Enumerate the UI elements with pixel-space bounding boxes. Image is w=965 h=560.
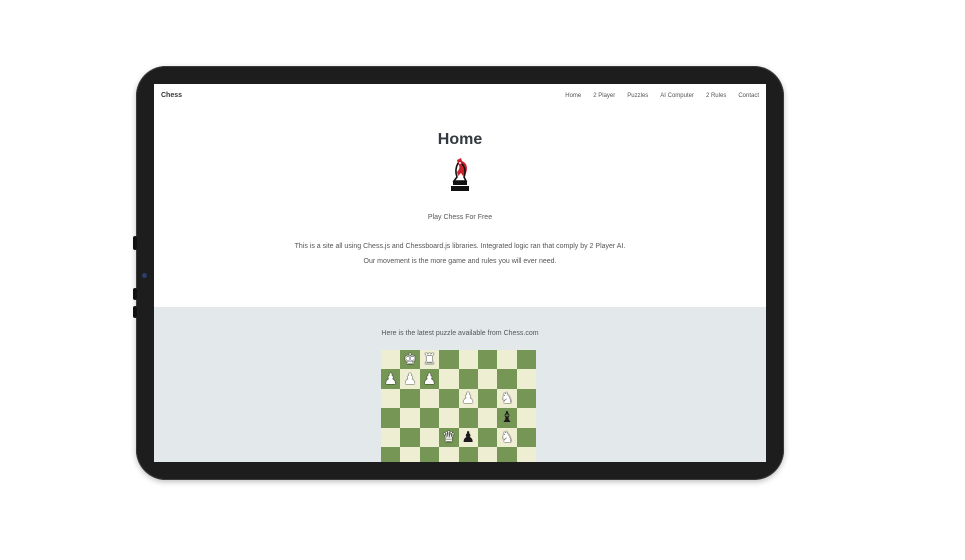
tablet-side-button [133, 306, 137, 318]
page-title: Home [437, 131, 483, 148]
nav-link-contact[interactable]: Contact [738, 93, 759, 99]
board-square[interactable] [497, 350, 517, 370]
board-square[interactable] [381, 446, 401, 462]
white-pawn-icon[interactable]: ♟ [423, 371, 436, 387]
board-square[interactable] [458, 446, 478, 462]
navbar: Chess Home 2 Player Puzzles AI Computer … [154, 84, 766, 107]
board-square[interactable] [458, 369, 478, 389]
puzzle-section: Here is the latest puzzle available from… [154, 307, 766, 462]
white-king-icon[interactable]: ♚ [403, 352, 416, 367]
board-square[interactable] [381, 427, 401, 447]
board-square[interactable] [497, 446, 517, 462]
board-square[interactable] [458, 408, 478, 428]
board-square[interactable] [400, 427, 420, 447]
screen: Chess Home 2 Player Puzzles AI Computer … [154, 84, 766, 462]
black-bishop-icon[interactable]: ♝ [500, 410, 513, 425]
board-square[interactable] [400, 388, 420, 409]
board-square[interactable]: ♜ [419, 350, 440, 370]
board-square[interactable]: ♟ [400, 369, 420, 389]
black-pawn-icon[interactable]: ♟ [461, 429, 474, 445]
tablet-side-button [133, 288, 137, 300]
hero-description: This is a site all using Chess.js and Ch… [294, 243, 626, 265]
board-square[interactable]: ♛ [439, 427, 459, 447]
hero-subtitle: Play Chess For Free [427, 214, 493, 221]
nav-link-2-player[interactable]: 2 Player [593, 93, 615, 99]
board-square[interactable] [400, 446, 420, 462]
board-square[interactable] [439, 388, 459, 409]
board-square[interactable] [477, 350, 498, 370]
board-square[interactable]: ♟ [458, 388, 478, 409]
nav-link-puzzles[interactable]: Puzzles [627, 93, 648, 99]
board-square[interactable] [516, 408, 536, 428]
board-square[interactable] [419, 427, 440, 447]
white-queen-icon[interactable]: ♛ [442, 429, 455, 445]
board-square[interactable] [439, 350, 459, 370]
board-square[interactable]: ♟ [381, 369, 401, 389]
board-square[interactable] [381, 388, 401, 409]
white-pawn-icon[interactable]: ♟ [384, 371, 397, 387]
board-square[interactable] [477, 408, 498, 428]
board-square[interactable] [477, 388, 498, 409]
camera-icon [142, 273, 147, 278]
white-pawn-icon[interactable]: ♟ [403, 371, 416, 387]
board-square[interactable]: ♟ [458, 427, 478, 447]
board-square[interactable]: ♚ [400, 350, 420, 370]
board-square[interactable] [458, 350, 478, 370]
white-pawn-icon[interactable]: ♟ [461, 390, 474, 406]
board-square[interactable] [419, 408, 440, 428]
board-square[interactable] [497, 369, 517, 389]
nav-link-rules[interactable]: 2 Rules [706, 93, 726, 99]
chessboard[interactable]: ♚ ♜ ♟ ♟ ♟ ♟ ♞ ♝ ♛ ♟ ♞ [381, 350, 536, 462]
board-square[interactable]: ♝ [497, 408, 517, 428]
nav-links: Home 2 Player Puzzles AI Computer 2 Rule… [565, 93, 759, 99]
board-square[interactable] [516, 350, 536, 370]
board-square[interactable] [419, 388, 440, 409]
board-square[interactable]: ♟ [419, 369, 440, 389]
board-square[interactable] [516, 446, 536, 462]
board-square[interactable] [439, 408, 459, 428]
board-square[interactable] [516, 427, 536, 447]
white-knight-icon[interactable]: ♞ [500, 429, 513, 445]
brand-link[interactable]: Chess [161, 92, 182, 99]
hero-section: Home Play Chess For Free This is a site … [154, 107, 766, 307]
board-square[interactable] [439, 369, 459, 389]
board-square[interactable] [381, 408, 401, 428]
board-square[interactable] [477, 369, 498, 389]
chess-knight-logo-icon [451, 158, 469, 191]
board-square[interactable] [381, 350, 401, 370]
board-square[interactable] [516, 388, 536, 409]
nav-link-home[interactable]: Home [565, 93, 581, 99]
nav-link-ai-computer[interactable]: AI Computer [660, 93, 694, 99]
board-square[interactable]: ♞ [497, 388, 517, 409]
board-square[interactable]: ♞ [497, 427, 517, 447]
board-square[interactable] [477, 446, 498, 462]
board-square[interactable] [439, 446, 459, 462]
board-square[interactable] [516, 369, 536, 389]
white-rook-icon[interactable]: ♜ [423, 352, 436, 367]
board-square[interactable] [419, 446, 440, 462]
tablet-side-button [133, 236, 137, 250]
puzzle-caption: Here is the latest puzzle available from… [381, 330, 539, 337]
board-square[interactable] [400, 408, 420, 428]
white-knight-icon[interactable]: ♞ [500, 390, 513, 406]
tablet-frame: Chess Home 2 Player Puzzles AI Computer … [133, 66, 784, 480]
board-square[interactable] [477, 427, 498, 447]
